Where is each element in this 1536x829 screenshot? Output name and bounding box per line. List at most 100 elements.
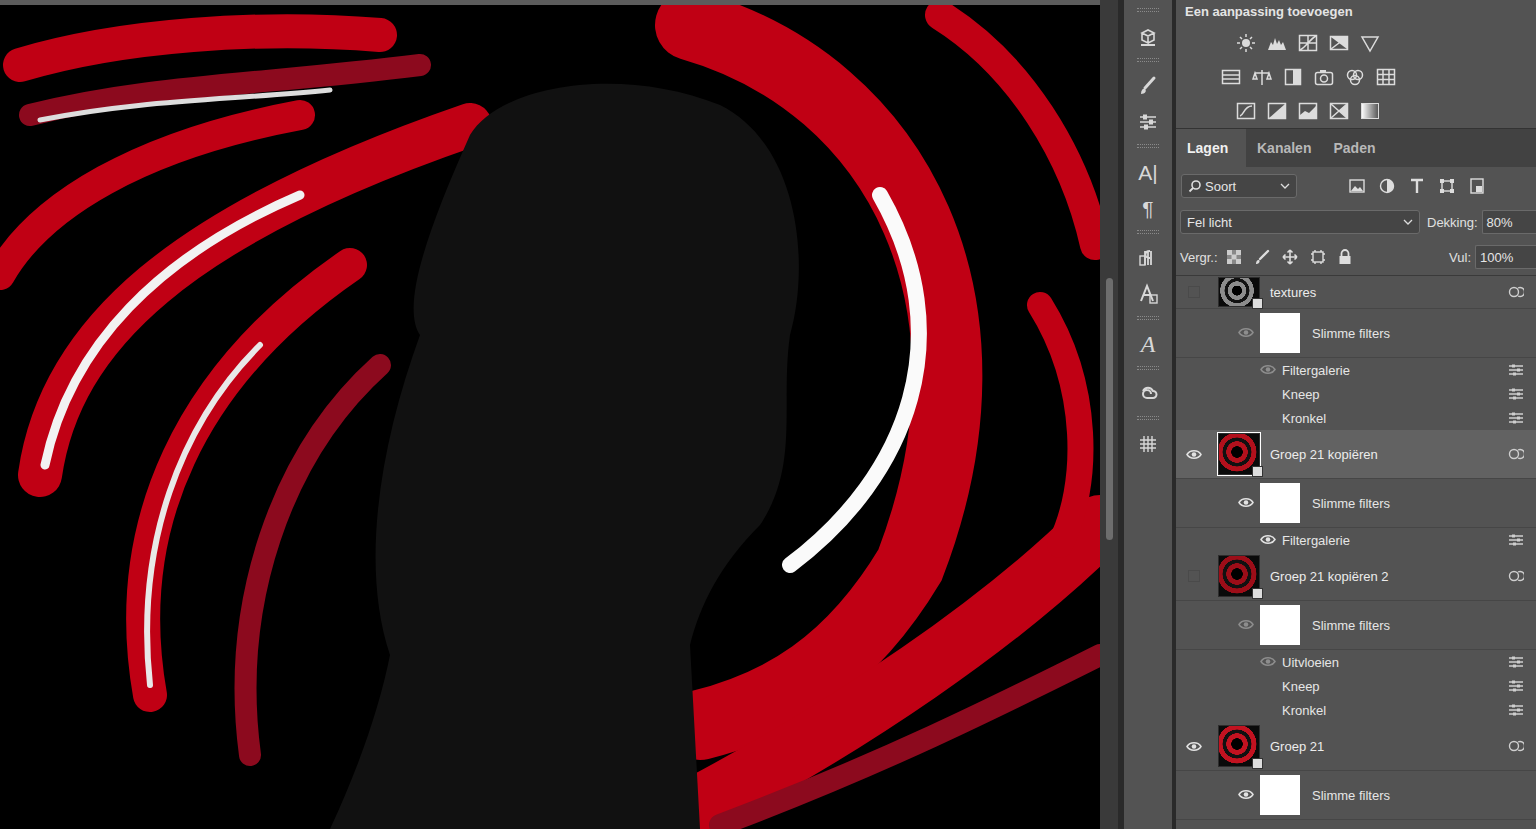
eye-icon[interactable] — [1260, 656, 1276, 667]
filter-options-icon[interactable] — [1508, 412, 1524, 424]
visibility-cell[interactable] — [1260, 361, 1282, 379]
tool-button[interactable] — [1130, 70, 1166, 102]
eye-icon[interactable] — [1260, 534, 1276, 545]
smart-filter-link-icon[interactable] — [1508, 446, 1524, 462]
filter-item-row[interactable]: Uitvloeien — [1176, 650, 1536, 674]
smart-filters-label[interactable]: Slimme filters — [1312, 496, 1390, 511]
filter-options-icon[interactable] — [1508, 704, 1524, 716]
eye-icon[interactable] — [1238, 327, 1254, 338]
smart-filter-link-icon[interactable] — [1508, 284, 1524, 300]
filter-options-icon[interactable] — [1508, 656, 1524, 668]
visibility-cell[interactable] — [1238, 494, 1260, 512]
eye-icon[interactable] — [1186, 741, 1202, 752]
filter-name[interactable]: Uitvloeien — [1282, 655, 1339, 670]
exposure-icon[interactable] — [1329, 33, 1349, 53]
filter-item-row[interactable]: Filtergalerie — [1176, 528, 1536, 552]
opacity-field[interactable]: 80% — [1482, 210, 1536, 234]
smart-filters-row[interactable]: Slimme filters — [1176, 771, 1536, 820]
filter-item-row[interactable]: Kneep — [1176, 382, 1536, 406]
black-white-icon[interactable] — [1283, 67, 1303, 87]
lock-pixels-icon[interactable] — [1254, 249, 1270, 265]
panel-grip[interactable] — [1137, 8, 1159, 12]
panel-grip[interactable] — [1137, 58, 1159, 62]
smart-filters-row[interactable]: Slimme filters — [1176, 309, 1536, 358]
gradient-map-icon[interactable] — [1360, 101, 1380, 121]
layer-row[interactable]: Groep 21 — [1176, 722, 1536, 771]
panel-grip[interactable] — [1137, 230, 1159, 234]
visibility-cell[interactable] — [1176, 449, 1212, 460]
photo-filter-icon[interactable] — [1314, 67, 1334, 87]
panel-grip[interactable] — [1137, 416, 1159, 420]
panel-tab[interactable]: Lagen — [1176, 129, 1246, 167]
channel-mixer-icon[interactable] — [1345, 67, 1365, 87]
filter-options-icon[interactable] — [1508, 388, 1524, 400]
filter-name[interactable]: Filtergalerie — [1282, 363, 1350, 378]
levels-icon[interactable] — [1267, 33, 1287, 53]
filter-options-icon[interactable] — [1508, 534, 1524, 546]
layer-name[interactable]: Groep 21 — [1270, 739, 1324, 754]
visibility-cell[interactable] — [1238, 616, 1260, 634]
filter-item-row[interactable]: Kronkel — [1176, 406, 1536, 430]
panel-tab[interactable]: Paden — [1322, 129, 1392, 167]
type-filter-icon[interactable] — [1409, 178, 1425, 194]
shape-filter-icon[interactable] — [1439, 178, 1455, 194]
panel-grip[interactable] — [1137, 144, 1159, 148]
smart-filters-row[interactable]: Slimme filters — [1176, 479, 1536, 528]
panel-grip[interactable] — [1137, 366, 1159, 370]
color-balance-icon[interactable] — [1252, 67, 1272, 87]
smart-filter-link-icon[interactable] — [1508, 738, 1524, 754]
threshold-icon[interactable] — [1298, 101, 1318, 121]
filter-name[interactable]: Kneep — [1282, 679, 1320, 694]
eye-icon[interactable] — [1260, 364, 1276, 375]
tool-button[interactable] — [1130, 278, 1166, 310]
selective-color-icon[interactable] — [1329, 101, 1349, 121]
visibility-cell[interactable] — [1176, 285, 1212, 299]
curves-icon[interactable] — [1298, 33, 1318, 53]
smart-filters-label[interactable]: Slimme filters — [1312, 788, 1390, 803]
pixel-filter-icon[interactable] — [1349, 179, 1365, 193]
layer-row[interactable]: Groep 21 kopiëren — [1176, 430, 1536, 479]
lock-transparency-icon[interactable] — [1226, 249, 1242, 265]
eye-icon[interactable] — [1238, 789, 1254, 800]
visibility-cell[interactable] — [1176, 741, 1212, 752]
vibrance-icon[interactable] — [1360, 33, 1380, 53]
layer-row[interactable]: Groep 21 kopiëren 2 — [1176, 552, 1536, 601]
smart-object-filter-icon[interactable] — [1469, 178, 1485, 194]
layer-row[interactable]: textures — [1176, 276, 1536, 309]
filter-name[interactable]: Kronkel — [1282, 411, 1326, 426]
document-canvas[interactable] — [0, 0, 1100, 829]
panel-grip[interactable] — [1137, 316, 1159, 320]
visibility-cell[interactable] — [1238, 786, 1260, 804]
visibility-cell[interactable] — [1260, 653, 1282, 671]
tool-button[interactable] — [1130, 428, 1166, 460]
tool-button[interactable]: A| — [1130, 156, 1166, 188]
visibility-cell[interactable] — [1238, 324, 1260, 342]
lock-position-icon[interactable] — [1282, 249, 1298, 265]
tool-button[interactable] — [1130, 20, 1166, 52]
layer-name[interactable]: Groep 21 kopiëren 2 — [1270, 569, 1389, 584]
panel-tab[interactable]: Kanalen — [1246, 129, 1322, 167]
filter-options-icon[interactable] — [1508, 680, 1524, 692]
blend-mode-dropdown[interactable]: Fel licht — [1180, 210, 1420, 234]
smart-filter-link-icon[interactable] — [1508, 568, 1524, 584]
eye-icon[interactable] — [1238, 619, 1254, 630]
tool-button[interactable] — [1130, 242, 1166, 274]
tool-button[interactable]: ¶ — [1130, 192, 1166, 224]
adjustment-filter-icon[interactable] — [1379, 178, 1395, 194]
visibility-box-icon[interactable] — [1187, 285, 1201, 299]
lock-all-icon[interactable] — [1338, 249, 1352, 265]
filter-name[interactable]: Kneep — [1282, 387, 1320, 402]
visibility-box-icon[interactable] — [1187, 569, 1201, 583]
visibility-cell[interactable] — [1176, 569, 1212, 583]
fill-field[interactable]: 100% — [1475, 245, 1536, 269]
filter-options-icon[interactable] — [1508, 364, 1524, 376]
layer-name[interactable]: Groep 21 kopiëren — [1270, 447, 1378, 462]
filter-kind-dropdown[interactable]: Soort — [1181, 174, 1297, 198]
color-lookup-icon[interactable] — [1376, 67, 1396, 87]
filter-name[interactable]: Kronkel — [1282, 703, 1326, 718]
invert-icon[interactable] — [1236, 101, 1256, 121]
vertical-scrollbar[interactable] — [1100, 0, 1118, 829]
tool-button[interactable]: A — [1130, 328, 1166, 360]
tool-button[interactable] — [1130, 106, 1166, 138]
eye-icon[interactable] — [1186, 449, 1202, 460]
